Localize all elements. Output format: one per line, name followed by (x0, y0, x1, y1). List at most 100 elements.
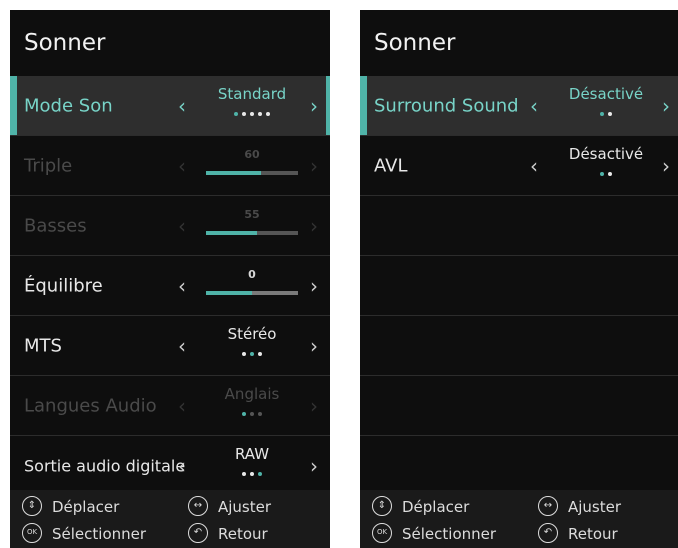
option-dot (258, 352, 262, 356)
value-text: 0 (248, 268, 256, 281)
row-equilibre[interactable]: Équilibre ‹ 0 › (10, 256, 330, 316)
option-dot (258, 412, 262, 416)
row-basses: Basses ‹ 55 › (10, 196, 330, 256)
menu-title: Sonner (24, 30, 106, 56)
chevron-right-icon[interactable]: › (310, 454, 318, 478)
hint-label: Sélectionner (52, 525, 147, 543)
chevron-left-icon[interactable]: ‹ (530, 154, 538, 178)
option-dot (250, 112, 254, 116)
hint-label: Sélectionner (402, 525, 497, 543)
key-hints-footer: ⇕ Déplacer ↔ Ajuster OK Sélectionner ↶ R… (360, 490, 678, 548)
ok-key-icon: OK (22, 523, 42, 543)
hint-label: Déplacer (402, 498, 470, 516)
row-value: Stéréo (202, 316, 302, 375)
row-value: 55 (202, 196, 302, 255)
row-mode-son[interactable]: Mode Son ‹ Standard › (10, 76, 330, 136)
empty-row (360, 436, 678, 496)
slider-fill (206, 231, 257, 235)
selection-accent (360, 76, 367, 135)
option-dot (608, 172, 612, 176)
chevron-left-icon: ‹ (178, 213, 186, 238)
row-label: Mode Son (24, 95, 113, 116)
row-value: Anglais (202, 376, 302, 435)
settings-list: Mode Son ‹ Standard › Triple ‹ 60 › Bass… (10, 76, 330, 496)
chevron-left-icon[interactable]: ‹ (530, 94, 538, 118)
ok-key-icon: OK (372, 523, 392, 543)
hint-label: Déplacer (52, 498, 120, 516)
value-text: 55 (244, 208, 260, 221)
option-dots (202, 472, 302, 476)
hint-label: Ajuster (218, 498, 272, 516)
chevron-left-icon[interactable]: ‹ (178, 454, 186, 478)
option-dot (608, 112, 612, 116)
key-hints-footer: ⇕ Déplacer ↔ Ajuster OK Sélectionner ↶ R… (10, 490, 330, 548)
value-text: Anglais (224, 385, 280, 403)
option-dots (556, 112, 656, 116)
row-value: Désactivé (556, 136, 656, 195)
settings-list: Surround Sound ‹ Désactivé › AVL ‹ Désac… (360, 76, 678, 496)
option-dot (242, 472, 246, 476)
option-dot (234, 112, 238, 116)
option-dot (258, 112, 262, 116)
row-label: AVL (374, 155, 408, 176)
sound-menu-right: Sonner Surround Sound ‹ Désactivé › AVL … (360, 10, 678, 548)
chevron-right-icon[interactable]: › (310, 94, 318, 118)
option-dots (202, 412, 302, 416)
chevron-right-icon[interactable]: › (662, 154, 670, 178)
chevron-left-icon[interactable]: ‹ (178, 274, 186, 298)
chevron-left-icon: ‹ (178, 153, 186, 178)
chevron-right-icon: › (310, 393, 318, 418)
chevron-left-icon[interactable]: ‹ (178, 94, 186, 118)
row-value: 60 (202, 136, 302, 195)
menu-title: Sonner (374, 30, 456, 56)
value-text: Stéréo (227, 325, 277, 343)
chevron-left-icon: ‹ (178, 393, 186, 418)
row-label: Sortie audio digitale (24, 456, 186, 475)
option-dot (242, 112, 246, 116)
slider-fill (206, 171, 262, 175)
row-label: Équilibre (24, 275, 103, 296)
selection-accent (10, 76, 17, 135)
level-slider[interactable] (206, 291, 298, 295)
empty-row (360, 376, 678, 436)
value-text: Désactivé (568, 85, 644, 103)
hint-label: Retour (218, 525, 268, 543)
chevron-left-icon[interactable]: ‹ (178, 334, 186, 358)
row-mts[interactable]: MTS ‹ Stéréo › (10, 316, 330, 376)
row-label: Langues Audio (24, 395, 157, 416)
row-label: Basses (24, 215, 87, 236)
row-value: RAW (202, 436, 302, 495)
back-key-icon: ↶ (188, 523, 208, 543)
row-surround-sound[interactable]: Surround Sound ‹ Désactivé › (360, 76, 678, 136)
option-dot (242, 412, 246, 416)
chevron-right-icon: › (310, 213, 318, 238)
option-dot (600, 112, 604, 116)
hint-label: Ajuster (568, 498, 622, 516)
value-text: Désactivé (568, 145, 644, 163)
up-down-key-icon: ⇕ (22, 496, 42, 516)
sound-menu-left: Sonner Mode Son ‹ Standard › Triple ‹ 60… (10, 10, 330, 548)
value-text: 60 (244, 148, 260, 161)
row-label: MTS (24, 335, 62, 356)
back-key-icon: ↶ (538, 523, 558, 543)
value-text: Standard (217, 85, 287, 103)
chevron-right-icon: › (310, 153, 318, 178)
row-value: Standard (202, 76, 302, 135)
empty-row (360, 256, 678, 316)
hint-label: Retour (568, 525, 618, 543)
option-dots (202, 352, 302, 356)
up-down-key-icon: ⇕ (372, 496, 392, 516)
option-dot (258, 472, 262, 476)
row-avl[interactable]: AVL ‹ Désactivé › (360, 136, 678, 196)
row-triple: Triple ‹ 60 › (10, 136, 330, 196)
selection-accent-right (326, 76, 330, 135)
row-sortie-audio-digitale[interactable]: Sortie audio digitale ‹ RAW › (10, 436, 330, 496)
chevron-right-icon[interactable]: › (662, 94, 670, 118)
row-value: 0 (202, 256, 302, 315)
empty-row (360, 316, 678, 376)
option-dot (242, 352, 246, 356)
value-text: RAW (234, 445, 270, 463)
row-value: Désactivé (556, 76, 656, 135)
chevron-right-icon[interactable]: › (310, 274, 318, 298)
chevron-right-icon[interactable]: › (310, 334, 318, 358)
